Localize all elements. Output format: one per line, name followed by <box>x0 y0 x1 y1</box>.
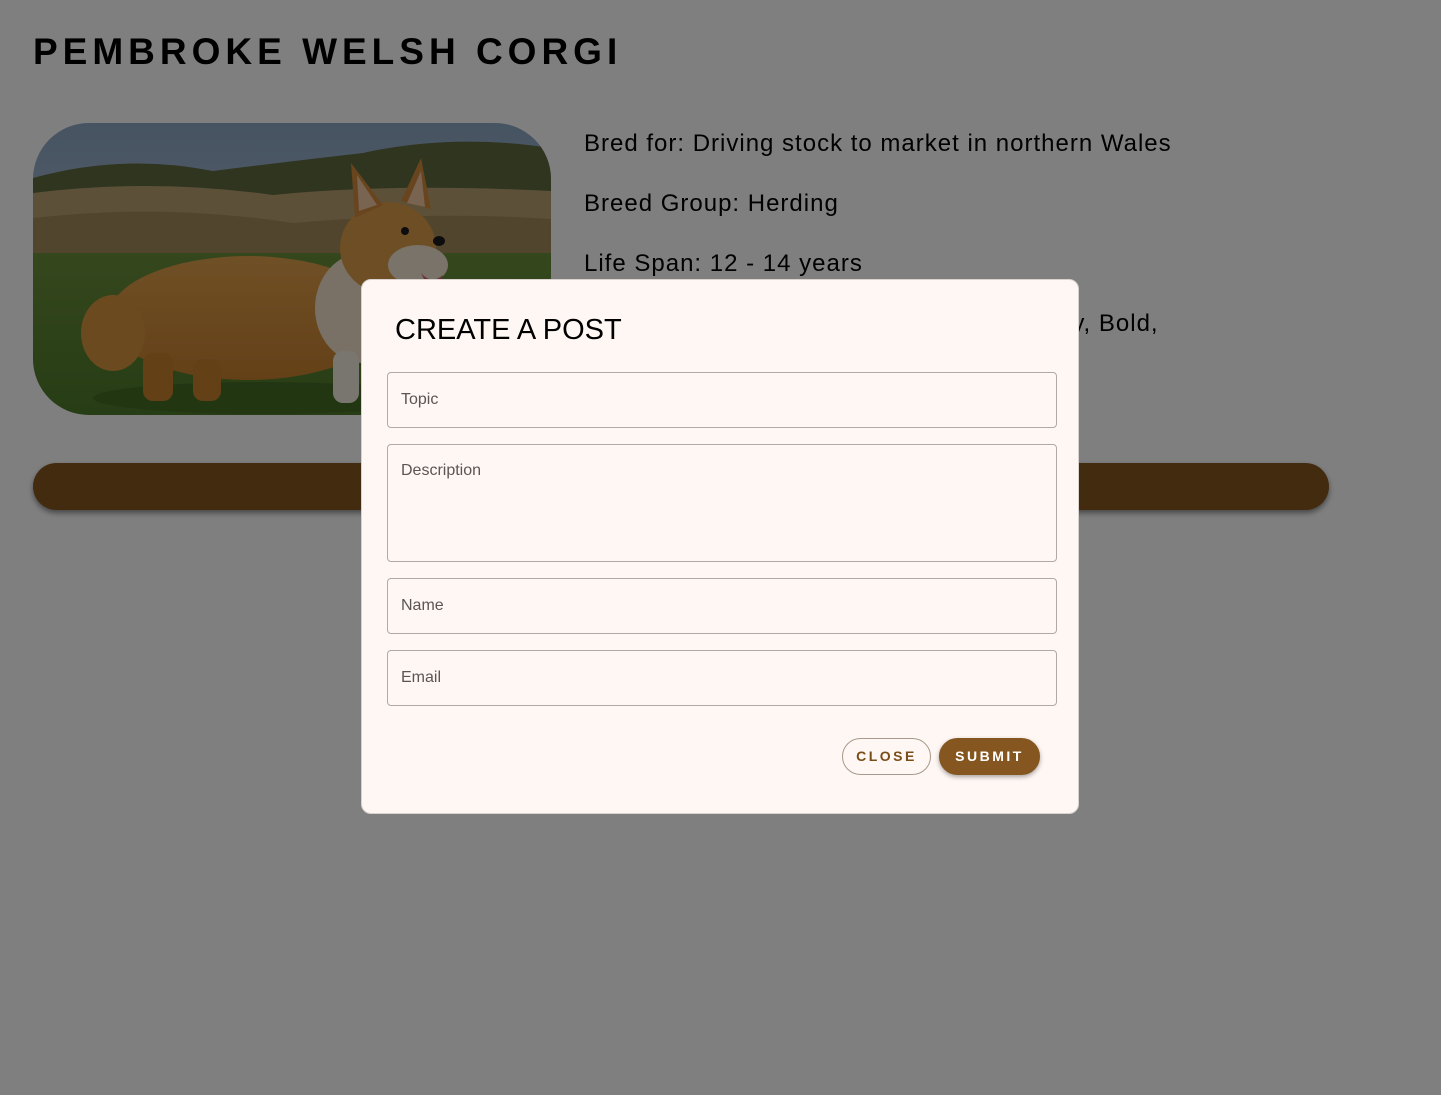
topic-input[interactable] <box>387 372 1057 428</box>
close-button[interactable]: CLOSE <box>842 738 931 775</box>
create-post-dialog: CREATE A POST CLOSE SUBMIT <box>361 279 1079 814</box>
dialog-title: CREATE A POST <box>395 314 622 346</box>
description-input[interactable] <box>387 444 1057 562</box>
email-input[interactable] <box>387 650 1057 706</box>
submit-button[interactable]: SUBMIT <box>939 738 1040 775</box>
name-input[interactable] <box>387 578 1057 634</box>
